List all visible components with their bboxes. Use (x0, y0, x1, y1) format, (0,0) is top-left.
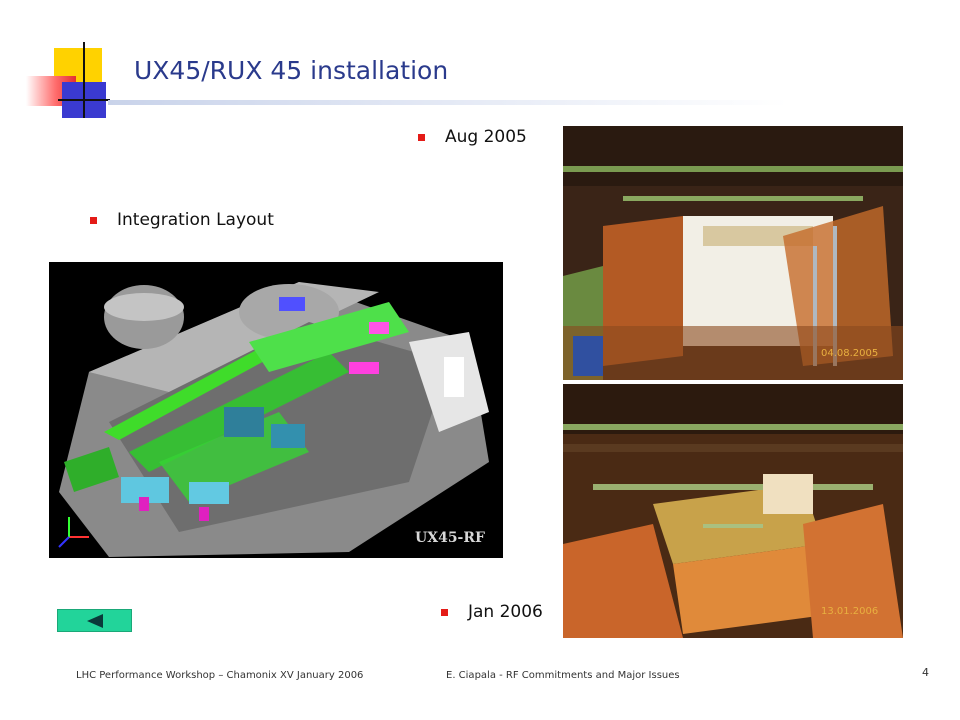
page-number: 4 (922, 666, 929, 679)
back-button[interactable] (57, 609, 132, 632)
bullet-integration-layout: Integration Layout (90, 210, 274, 230)
bullet-marker (441, 608, 448, 616)
decor-horizontal-line (58, 99, 110, 101)
integration-layout-drawing (49, 262, 503, 558)
photo-jan-date: 13.01.2006 (821, 606, 879, 617)
footer-center: E. Ciapala - RF Commitments and Major Is… (446, 670, 680, 681)
bullet-marker (418, 133, 425, 141)
bullet-marker (90, 216, 97, 224)
bullet-aug-2005: Aug 2005 (418, 127, 527, 147)
back-arrow-icon (86, 613, 103, 628)
photo-aug-2005: 04.08.2005 (563, 126, 903, 380)
photo-jan-2006: 13.01.2006 (563, 384, 903, 638)
photo-aug-drawing (563, 126, 903, 380)
footer-left: LHC Performance Workshop – Chamonix XV J… (76, 670, 364, 681)
slide-title: UX45/RUX 45 installation (134, 56, 449, 85)
bullet-text: Jan 2006 (468, 602, 543, 622)
photo-jan-drawing (563, 384, 903, 638)
title-underline (108, 100, 788, 105)
bullet-text: Aug 2005 (445, 127, 527, 147)
photo-aug-date: 04.08.2005 (821, 348, 879, 359)
slide: UX45/RUX 45 installation Aug 2005 Integr… (0, 0, 960, 720)
bullet-jan-2006: Jan 2006 (441, 602, 543, 622)
decor-vertical-line (83, 42, 85, 118)
bullet-text: Integration Layout (117, 210, 274, 230)
integration-layout-image: UX45-RF (49, 262, 503, 558)
layout-label: UX45-RF (415, 530, 485, 546)
